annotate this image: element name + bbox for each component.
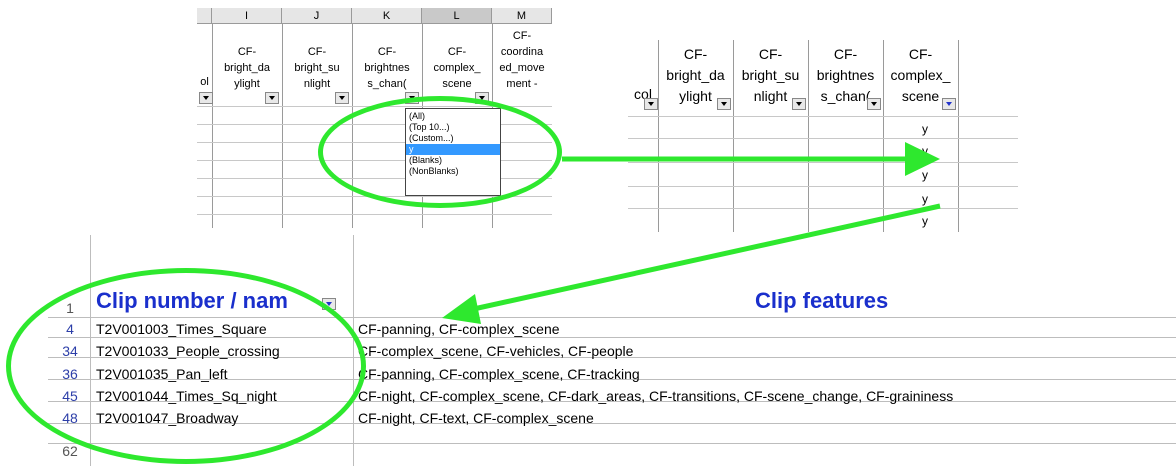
arrow-diagonal (459, 203, 941, 315)
arrow-head-icon (905, 142, 940, 176)
annotation-arrows (442, 142, 941, 324)
arrow-head-icon (442, 294, 481, 324)
